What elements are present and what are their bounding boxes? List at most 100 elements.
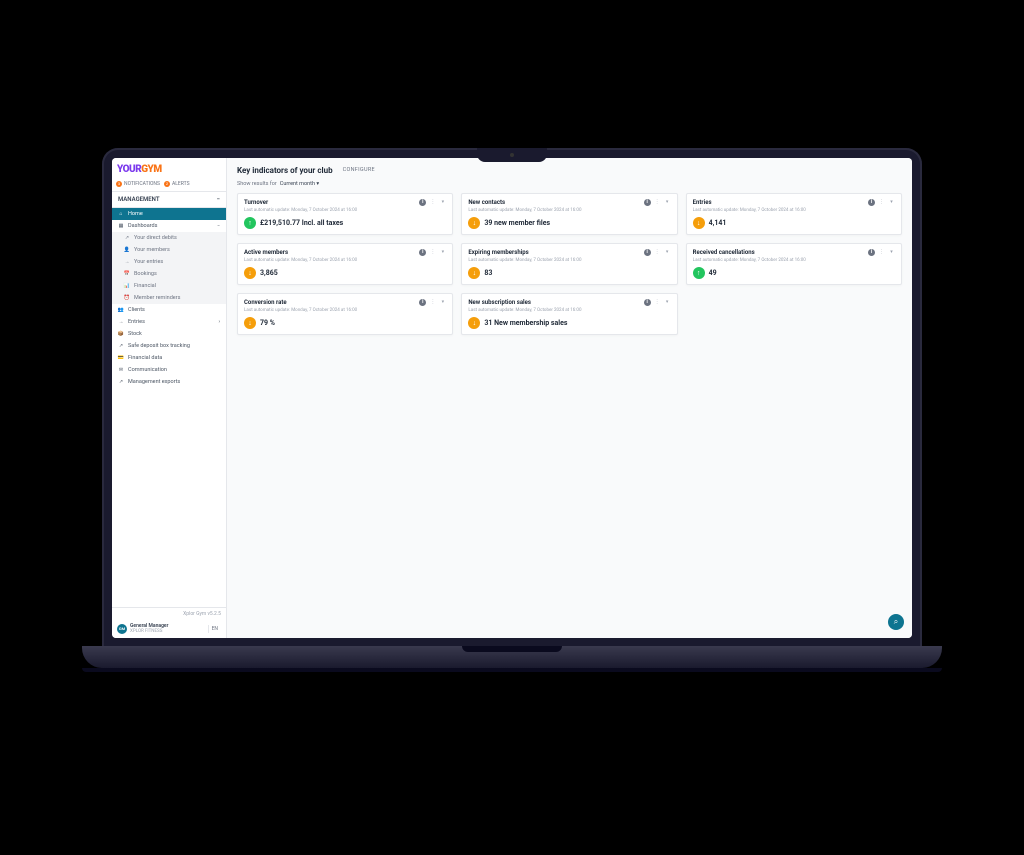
card-value: 83 xyxy=(484,269,492,277)
sidebar: YOURGYM 3 NOTIFICATIONS 2 ALERTS MANAGEM… xyxy=(112,158,227,638)
sidebar-item-financial-data[interactable]: 💳 Financial data xyxy=(112,352,226,364)
laptop-base xyxy=(82,646,942,668)
user-profile[interactable]: GM General Manager XPLOR FITNESS EN xyxy=(112,620,226,637)
sidebar-item-home[interactable]: ⌂ Home xyxy=(112,208,226,220)
chevron-down-icon[interactable]: ▾ xyxy=(888,249,895,256)
more-icon[interactable]: ⋮ xyxy=(878,199,885,206)
nav-icon: ↗ xyxy=(118,379,124,385)
chevron-down-icon[interactable]: ▾ xyxy=(664,199,671,206)
more-icon[interactable]: ⋮ xyxy=(429,249,436,256)
nav-icon: ✉ xyxy=(118,367,124,373)
sidebar-item-stock[interactable]: 📦 Stock xyxy=(112,328,226,340)
chevron-down-icon[interactable]: ▾ xyxy=(439,199,446,206)
user-org: XPLOR FITNESS xyxy=(130,629,205,634)
card-title: Received cancellations xyxy=(693,249,755,256)
search-icon: ⌕ xyxy=(894,617,898,627)
arrow-down-icon: ↓ xyxy=(468,217,480,229)
sidebar-item-your-entries[interactable]: →Your entries xyxy=(112,256,226,268)
info-icon[interactable]: i xyxy=(644,299,651,306)
card-title: Expiring memberships xyxy=(468,249,528,256)
sidebar-item-safe-deposit-box-tracking[interactable]: ↗Safe deposit box tracking xyxy=(112,340,226,352)
chevron-down-icon[interactable]: ▾ xyxy=(439,249,446,256)
sidebar-item-your-direct-debits[interactable]: ↗Your direct debits xyxy=(112,232,226,244)
arrow-down-icon: ↓ xyxy=(244,317,256,329)
sidebar-item-member-reminders[interactable]: ⏰ Member reminders xyxy=(112,292,226,304)
sidebar-item-communication[interactable]: ✉ Communication xyxy=(112,364,226,376)
info-icon[interactable]: i xyxy=(644,199,651,206)
kpi-card-turnover: Turnoveri⋮▾Last automatic update: Monday… xyxy=(237,193,453,235)
kpi-card-conversion-rate: Conversion ratei⋮▾Last automatic update:… xyxy=(237,293,453,335)
info-icon[interactable]: i xyxy=(419,199,426,206)
notifications-button[interactable]: 3 NOTIFICATIONS xyxy=(116,181,160,187)
nav-icon: → xyxy=(118,319,124,325)
nav-label: Stock xyxy=(128,331,142,337)
section-header-management[interactable]: MANAGEMENT − xyxy=(112,191,226,208)
sidebar-item-financial[interactable]: 📊Financial xyxy=(112,280,226,292)
kpi-card-active-members: Active membersi⋮▾Last automatic update: … xyxy=(237,243,453,285)
laptop-notch xyxy=(477,148,547,162)
nav-label: Your members xyxy=(134,247,170,253)
app-logo: YOURGYM xyxy=(112,158,226,179)
alerts-label: ALERTS xyxy=(172,181,190,187)
chevron-down-icon[interactable]: ▾ xyxy=(664,299,671,306)
nav-label: Member reminders xyxy=(134,295,180,301)
more-icon[interactable]: ⋮ xyxy=(654,199,661,206)
nav-label: Your direct debits xyxy=(134,235,177,241)
logo-part2: GYM xyxy=(141,164,161,175)
more-icon[interactable]: ⋮ xyxy=(878,249,885,256)
nav-label: Your entries xyxy=(134,259,163,265)
card-update-text: Last automatic update: Monday, 7 October… xyxy=(468,258,670,263)
card-title: Active members xyxy=(244,249,288,256)
chevron-down-icon[interactable]: ▾ xyxy=(439,299,446,306)
more-icon[interactable]: ⋮ xyxy=(429,199,436,206)
chevron-down-icon[interactable]: ▾ xyxy=(888,199,895,206)
more-icon[interactable]: ⋮ xyxy=(654,299,661,306)
card-title: New subscription sales xyxy=(468,299,531,306)
nav-icon: 💳 xyxy=(118,355,124,361)
info-icon[interactable]: i xyxy=(419,299,426,306)
nav-icon: ▦ xyxy=(118,223,124,229)
sidebar-item-bookings[interactable]: 📅Bookings xyxy=(112,268,226,280)
info-icon[interactable]: i xyxy=(868,249,875,256)
sidebar-item-your-members[interactable]: 👤 Your members xyxy=(112,244,226,256)
filter-dropdown[interactable]: Current month ▾ xyxy=(280,181,319,187)
nav-label: Management exports xyxy=(128,379,180,385)
search-fab[interactable]: ⌕ xyxy=(888,614,904,630)
nav-label: Home xyxy=(128,211,143,217)
page-title: Key indicators of your club xyxy=(237,166,333,175)
kpi-card-entries: Entriesi⋮▾Last automatic update: Monday,… xyxy=(686,193,902,235)
nav-icon: ⌂ xyxy=(118,211,124,217)
configure-button[interactable]: CONFIGURE xyxy=(343,167,375,173)
kpi-card-new-subscription-sales: New subscription salesi⋮▾Last automatic … xyxy=(461,293,677,335)
sidebar-item-entries[interactable]: →Entries› xyxy=(112,316,226,328)
card-value: 3,865 xyxy=(260,269,278,277)
arrow-down-icon: ↓ xyxy=(468,317,480,329)
notifications-label: NOTIFICATIONS xyxy=(124,181,160,187)
card-update-text: Last automatic update: Monday, 7 October… xyxy=(693,258,895,263)
nav-label: Bookings xyxy=(134,271,157,277)
more-icon[interactable]: ⋮ xyxy=(429,299,436,306)
sidebar-item-clients[interactable]: 👥Clients xyxy=(112,304,226,316)
nav-icon: 👥 xyxy=(118,307,124,313)
language-selector[interactable]: EN xyxy=(208,625,221,633)
info-icon[interactable]: i xyxy=(644,249,651,256)
chevron-down-icon[interactable]: ▾ xyxy=(664,249,671,256)
nav-label: Financial data xyxy=(128,355,162,361)
nav-icon: ⏰ xyxy=(124,295,130,301)
info-icon[interactable]: i xyxy=(419,249,426,256)
sidebar-item-management-exports[interactable]: ↗ Management exports xyxy=(112,376,226,388)
section-label: MANAGEMENT xyxy=(118,196,160,203)
alerts-button[interactable]: 2 ALERTS xyxy=(164,181,190,187)
arrow-down-icon: ↓ xyxy=(468,267,480,279)
nav-icon: 👤 xyxy=(124,247,130,253)
info-icon[interactable]: i xyxy=(868,199,875,206)
kpi-card-received-cancellations: Received cancellations i⋮▾ Last automatic … xyxy=(686,243,902,285)
nav-label: Communication xyxy=(128,367,167,373)
chevron-icon: › xyxy=(218,319,220,325)
card-value: 31 New membership sales xyxy=(484,319,567,327)
more-icon[interactable]: ⋮ xyxy=(654,249,661,256)
nav-icon: 📦 xyxy=(118,331,124,337)
arrow-up-icon: ↑ xyxy=(244,217,256,229)
arrow-down-icon: ↓ xyxy=(244,267,256,279)
sidebar-item-dashboards[interactable]: ▦Dashboards− xyxy=(112,220,226,232)
